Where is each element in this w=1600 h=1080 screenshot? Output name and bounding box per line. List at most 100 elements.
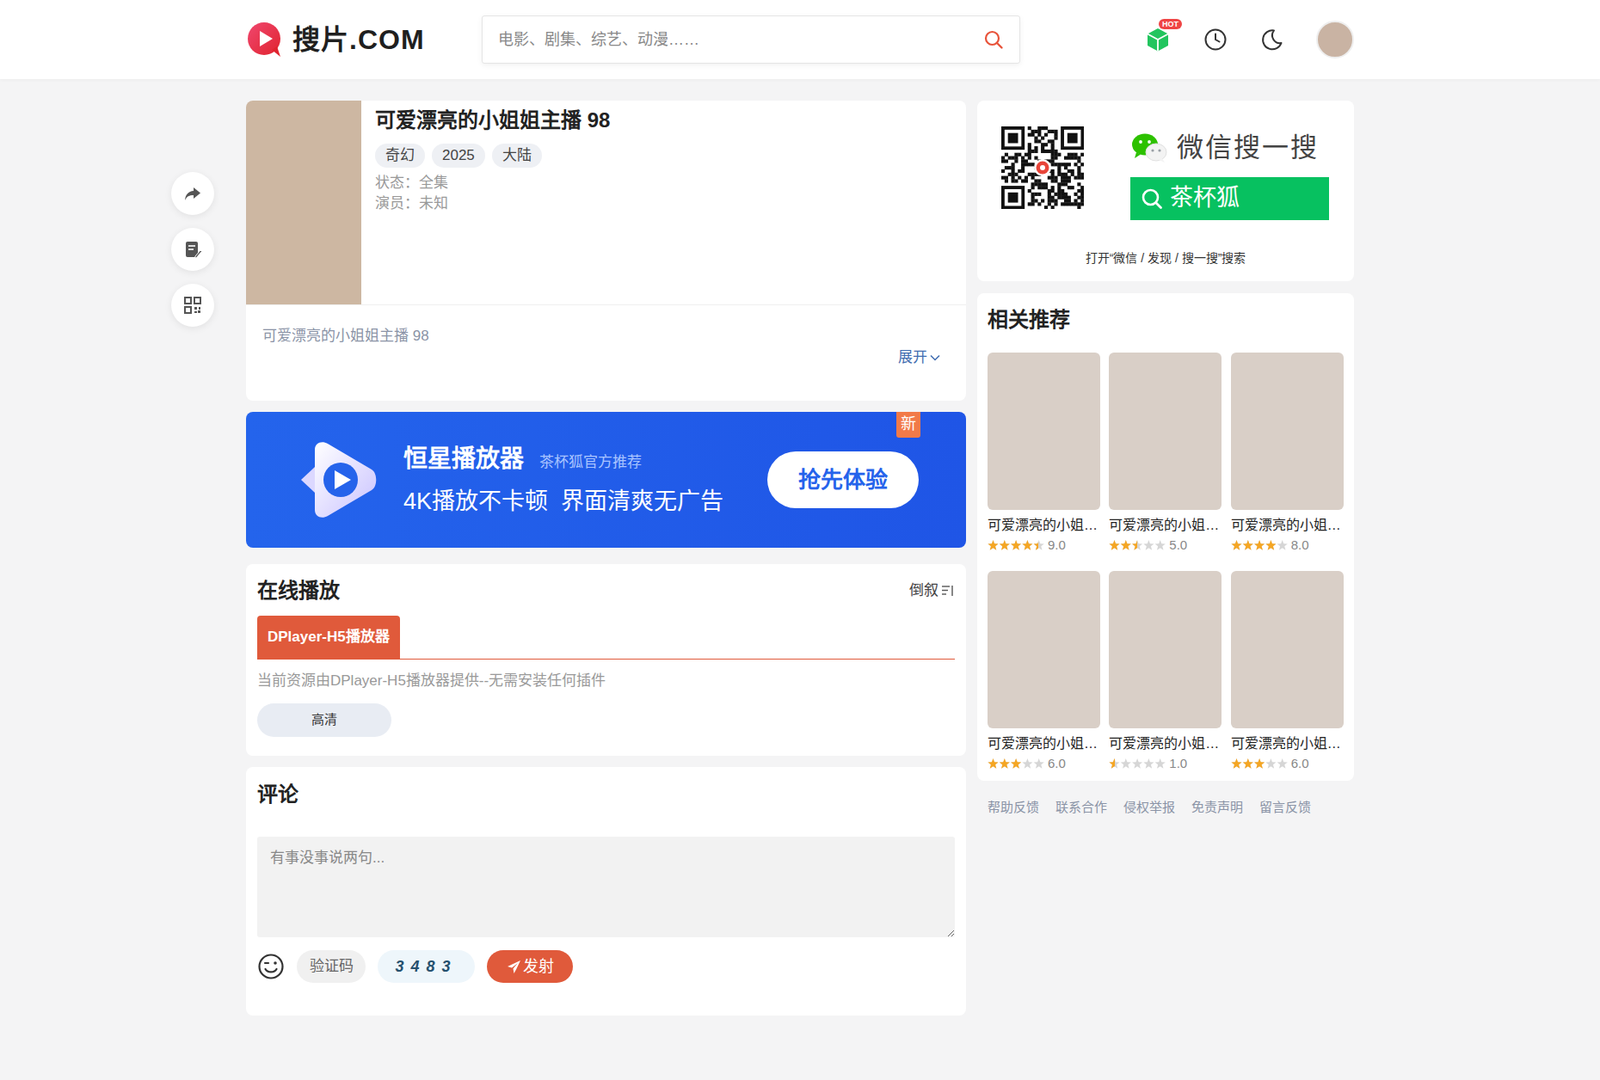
rating-stars [1230, 758, 1288, 770]
episode-button[interactable]: 高清 [257, 703, 392, 738]
dark-mode-icon[interactable] [1259, 26, 1286, 53]
share-icon [182, 183, 204, 204]
related-item[interactable]: 可爱漂亮的小姐…8.0 [1230, 352, 1344, 554]
hot-badge: HOT [1158, 18, 1182, 30]
captcha-image[interactable]: 3483 [377, 950, 475, 984]
tag[interactable]: 大陆 [492, 143, 542, 168]
section-title: 评论 [257, 782, 955, 807]
video-title: 可爱漂亮的小姐姐主播 98 [375, 105, 610, 136]
cube-icon [1144, 25, 1172, 54]
send-icon [506, 960, 522, 975]
related-item[interactable]: 可爱漂亮的小姐…9.0 [987, 352, 1101, 554]
rating-score: 6.0 [1047, 754, 1066, 775]
tag[interactable]: 奇幻 [375, 143, 425, 168]
rating-stars [1230, 540, 1288, 552]
rating-stars [1108, 540, 1166, 552]
footer-link[interactable]: 侵权举报 [1123, 799, 1176, 817]
qrcode-button[interactable] [171, 283, 215, 327]
send-button[interactable]: 发射 [486, 950, 573, 984]
logo-icon [246, 20, 284, 59]
report-button[interactable] [171, 227, 215, 271]
history-button[interactable] [1202, 26, 1229, 53]
side-actions [171, 172, 215, 327]
search-box [481, 15, 1021, 64]
report-icon [183, 240, 203, 259]
related-cover [1108, 571, 1222, 729]
source-tab[interactable]: DPlayer-H5播放器 [257, 615, 400, 659]
share-button[interactable] [171, 172, 215, 216]
related-item[interactable]: 可爱漂亮的小姐…1.0 [1108, 571, 1222, 772]
related-title: 可爱漂亮的小姐… [1108, 516, 1222, 536]
qr-code [1001, 126, 1084, 210]
related-card: 相关推荐可爱漂亮的小姐…9.0可爱漂亮的小姐…5.0可爱漂亮的小姐…8.0可爱漂… [977, 293, 1354, 782]
meta-line: 状态：全集 [375, 172, 610, 194]
section-title: 相关推荐 [987, 307, 1344, 333]
source-note: 当前资源由DPlayer-H5播放器提供--无需安装任何插件 [257, 670, 955, 692]
related-cover [1108, 352, 1222, 511]
detail-card: 可爱漂亮的小姐姐主播 98奇幻2025大陆状态：全集演员：未知可爱漂亮的小姐姐主… [246, 100, 967, 401]
tag[interactable]: 2025 [431, 143, 486, 168]
related-item[interactable]: 可爱漂亮的小姐…6.0 [987, 571, 1101, 772]
footer-link[interactable]: 帮助反馈 [987, 799, 1040, 817]
rating-fill [987, 758, 1022, 770]
footer-links: 帮助反馈联系合作侵权举报免责声明留言反馈 [977, 799, 1354, 817]
play-card: 在线播放 倒叙 DPlayer-H5播放器当前资源由DPlayer-H5播放器提供-… [246, 564, 967, 757]
history-icon[interactable] [1202, 26, 1229, 53]
related-cover [1230, 571, 1344, 729]
rating-score: 8.0 [1291, 535, 1310, 556]
rating-stars [987, 540, 1045, 552]
try-button[interactable]: 抢先体验 [767, 451, 919, 509]
rating-stars [987, 758, 1045, 770]
user-avatar[interactable] [1316, 20, 1354, 59]
rating-score: 9.0 [1047, 535, 1066, 556]
new-badge: 新 [896, 412, 921, 438]
qrcode-icon [183, 295, 203, 315]
source-tabs: DPlayer-H5播放器 [257, 615, 955, 660]
rating-fill [1108, 540, 1138, 552]
related-title: 可爱漂亮的小姐… [1230, 734, 1344, 754]
poster [246, 100, 362, 305]
footer-link[interactable]: 免责声明 [1191, 799, 1244, 817]
wechat-card: 微信搜一搜茶杯狐打开“微信 / 发现 / 搜一搜”搜索 [977, 100, 1354, 282]
banner-slogan: 4K播放不卡顿 界面清爽无广告 [403, 484, 724, 520]
related-item[interactable]: 可爱漂亮的小姐…6.0 [1230, 571, 1344, 772]
wechat-hint: 打开“微信 / 发现 / 搜一搜”搜索 [977, 249, 1354, 282]
expand-button[interactable]: 展开 [898, 347, 942, 369]
footer-link[interactable]: 联系合作 [1055, 799, 1108, 817]
search-input[interactable] [498, 28, 975, 52]
rating-fill [1230, 758, 1266, 770]
related-item[interactable]: 可爱漂亮的小姐…5.0 [1108, 352, 1222, 554]
related-cover [987, 571, 1101, 729]
rating-score: 1.0 [1169, 754, 1188, 775]
search-icon[interactable] [983, 29, 1004, 50]
rating-score: 5.0 [1169, 535, 1188, 556]
theme-button[interactable] [1259, 26, 1286, 53]
banner-title: 恒星播放器 [403, 441, 524, 478]
captcha-input[interactable] [296, 950, 366, 984]
comment-card: 评论 3483 发射 [246, 767, 967, 1016]
search-icon [1140, 187, 1164, 210]
emoji-icon[interactable] [257, 953, 285, 981]
rating-stars [1108, 758, 1166, 770]
related-title: 可爱漂亮的小姐… [1108, 734, 1222, 754]
related-title: 可爱漂亮的小姐… [987, 516, 1101, 536]
sort-button[interactable]: 倒叙 [909, 579, 955, 603]
wechat-brand: 微信搜一搜 [1176, 128, 1319, 169]
apps-button[interactable]: HOT [1144, 25, 1172, 54]
comment-input[interactable] [257, 836, 955, 938]
wechat-icon [1130, 132, 1169, 164]
logo[interactable]: 搜片.COM [246, 18, 462, 61]
related-cover [987, 352, 1101, 511]
sort-icon [941, 584, 955, 598]
footer-link[interactable]: 留言反馈 [1259, 799, 1311, 817]
related-title: 可爱漂亮的小姐… [1230, 516, 1344, 536]
related-cover [1230, 352, 1344, 511]
meta-line: 演员：未知 [375, 193, 610, 215]
rating-fill [1108, 758, 1115, 770]
rating-fill [987, 540, 1039, 552]
rating-score: 6.0 [1291, 754, 1310, 775]
player-logo-icon [295, 441, 382, 519]
section-title: 在线播放 [257, 578, 340, 604]
player-banner[interactable]: 恒星播放器茶杯狐官方推荐4K播放不卡顿 界面清爽无广告抢先体验新 [246, 412, 967, 548]
wechat-search-button[interactable]: 茶杯狐 [1130, 177, 1330, 221]
